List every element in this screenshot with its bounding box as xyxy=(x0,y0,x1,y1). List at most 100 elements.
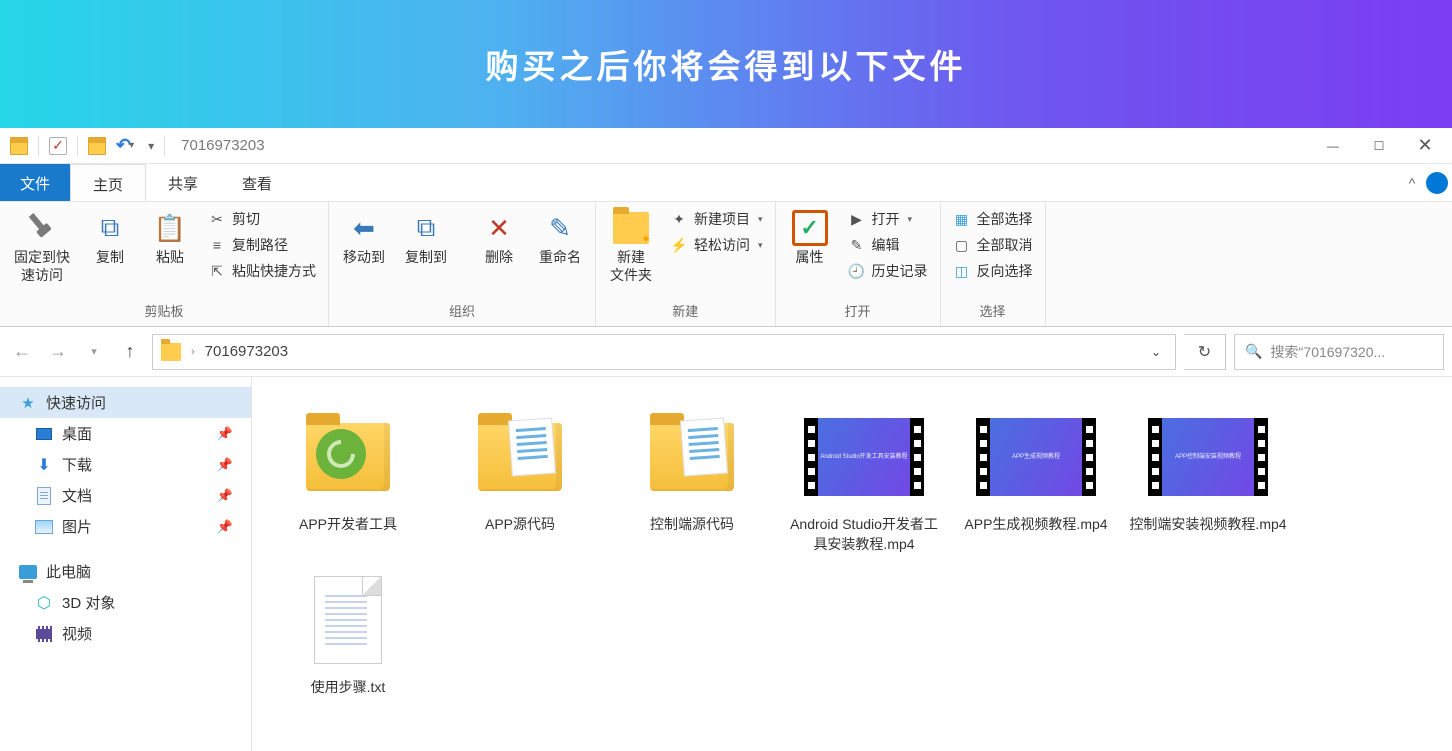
chevron-down-icon: ▾ xyxy=(758,214,763,225)
easy-access-button[interactable]: ⚡轻松访问▾ xyxy=(668,234,765,256)
new-item-button[interactable]: ✦新建项目▾ xyxy=(668,208,765,230)
sidebar-item-quick-access[interactable]: ★ 快速访问 xyxy=(0,387,251,418)
file-item-video[interactable]: APP控制端安装视频教程 控制端安装视频教程.mp4 xyxy=(1124,401,1292,560)
select-all-button[interactable]: ▦ 全部选择 xyxy=(951,208,1035,230)
sidebar-item-videos[interactable]: 视频 xyxy=(0,618,251,649)
spacer xyxy=(294,164,1398,201)
ribbon: 固定到快 速访问 ⧉ 复制 📋 粘贴 ✂剪切 ≡复制路径 ⇱粘贴快捷方式 剪贴板… xyxy=(0,202,1452,327)
file-item-video[interactable]: Android Studio开发工具安装教程 Android Studio开发者… xyxy=(780,401,948,560)
copy-to-button[interactable]: ⧉ 复制到 xyxy=(397,206,455,266)
folder-icon xyxy=(161,343,181,361)
rename-button[interactable]: ✎ 重命名 xyxy=(531,206,589,266)
file-item-txt[interactable]: 使用步骤.txt xyxy=(264,564,432,704)
pin-to-quick-access-button[interactable]: 固定到快 速访问 xyxy=(6,206,78,284)
file-item-folder[interactable]: APP源代码 xyxy=(436,401,604,560)
pin-icon: 📌 xyxy=(217,519,233,535)
chevron-down-icon: ▾ xyxy=(129,140,134,151)
file-list[interactable]: APP开发者工具 APP源代码 控制端源代码 Android Studio开发工… xyxy=(252,377,1452,751)
file-name: APP生成视频教程.mp4 xyxy=(964,515,1107,535)
tab-view[interactable]: 查看 xyxy=(220,164,294,201)
sidebar-item-downloads[interactable]: ⬇ 下载 📌 xyxy=(0,449,251,480)
maximize-button[interactable]: ☐ xyxy=(1356,128,1402,164)
pin-icon: 📌 xyxy=(217,426,233,442)
video-icon: Android Studio开发工具安装教程 xyxy=(804,407,924,507)
copy-button[interactable]: ⧉ 复制 xyxy=(82,206,138,266)
path-segment[interactable]: 7016973203 xyxy=(205,343,288,360)
file-item-folder[interactable]: APP开发者工具 xyxy=(264,401,432,560)
ribbon-expand-button[interactable]: ^ xyxy=(1398,164,1426,201)
path-dropdown-button[interactable]: ⌄ xyxy=(1145,339,1167,365)
scissors-icon: ✂ xyxy=(208,210,226,228)
sidebar-item-3d-objects[interactable]: ⬡ 3D 对象 xyxy=(0,587,251,618)
sidebar-item-this-pc[interactable]: 此电脑 xyxy=(0,556,251,587)
rename-icon: ✎ xyxy=(542,210,578,246)
refresh-button[interactable]: ↻ xyxy=(1184,334,1226,370)
folder-icon xyxy=(460,407,580,507)
properties-button[interactable]: ✓ 属性 xyxy=(782,206,838,266)
label: 重命名 xyxy=(539,248,581,266)
folder-qat-icon[interactable] xyxy=(88,137,106,155)
paste-shortcut-button[interactable]: ⇱粘贴快捷方式 xyxy=(206,260,318,282)
label: 快速访问 xyxy=(46,392,106,413)
copy-path-button[interactable]: ≡复制路径 xyxy=(206,234,318,256)
ribbon-tabs: 文件 主页 共享 查看 ^ xyxy=(0,164,1452,202)
group-label: 新建 xyxy=(602,297,769,326)
selectnone-icon: ▢ xyxy=(953,236,971,254)
new-folder-button[interactable]: 新建 文件夹 xyxy=(602,206,660,284)
promo-banner: 购买之后你将会得到以下文件 xyxy=(0,0,1452,128)
cube-icon: ⬡ xyxy=(34,593,54,613)
search-input[interactable]: 🔍 搜索"701697320... xyxy=(1234,334,1444,370)
history-button[interactable]: 🕘 历史记录 xyxy=(846,260,930,282)
ribbon-group-open: ✓ 属性 ▶打开▾ ✎编辑 🕘历史记录 打开 xyxy=(776,202,941,326)
back-button[interactable]: ← xyxy=(8,338,36,366)
label: 视频 xyxy=(62,623,92,644)
open-button[interactable]: ▶打开▾ xyxy=(846,208,930,230)
properties-qat-icon[interactable]: ✓ xyxy=(49,137,67,155)
file-item-folder[interactable]: 控制端源代码 xyxy=(608,401,776,560)
paste-icon: 📋 xyxy=(152,210,188,246)
label: 全部选择 xyxy=(977,209,1033,229)
ribbon-group-organize: ⬅ 移动到 ⧉ 复制到 ✕ 删除 ✎ 重命名 组织 xyxy=(329,202,596,326)
delete-button[interactable]: ✕ 删除 xyxy=(471,206,527,266)
recent-locations-button[interactable]: ▾ xyxy=(80,338,108,366)
label: 打开 xyxy=(872,209,900,229)
cut-button[interactable]: ✂剪切 xyxy=(206,208,318,230)
label: 固定到快 速访问 xyxy=(14,248,70,284)
up-button[interactable]: ↑ xyxy=(116,338,144,366)
select-none-button[interactable]: ▢全部取消 xyxy=(951,234,1035,256)
label: 历史记录 xyxy=(872,261,928,281)
chevron-down-icon: ▾ xyxy=(908,214,913,225)
file-name: APP开发者工具 xyxy=(299,515,397,535)
forward-button[interactable]: → xyxy=(44,338,72,366)
qat-customize-button[interactable]: ▾ xyxy=(148,139,154,153)
sidebar-item-pictures[interactable]: 图片 📌 xyxy=(0,511,251,542)
move-to-button[interactable]: ⬅ 移动到 xyxy=(335,206,393,266)
breadcrumb[interactable]: › 7016973203 ⌄ xyxy=(152,334,1176,370)
text-file-icon xyxy=(288,570,408,670)
navigation-pane: ★ 快速访问 桌面 📌 ⬇ 下载 📌 文档 📌 图片 📌 此电脑 xyxy=(0,377,252,751)
group-label: 打开 xyxy=(782,297,934,326)
tab-file[interactable]: 文件 xyxy=(0,164,70,201)
search-placeholder: 搜索"701697320... xyxy=(1270,342,1385,362)
file-item-video[interactable]: APP生成视频教程 APP生成视频教程.mp4 xyxy=(952,401,1120,560)
paste-button[interactable]: 📋 粘贴 xyxy=(142,206,198,266)
tab-share[interactable]: 共享 xyxy=(146,164,220,201)
pin-icon xyxy=(24,210,60,246)
label: 删除 xyxy=(485,248,513,266)
invert-selection-button[interactable]: ◫反向选择 xyxy=(951,260,1035,282)
history-icon: 🕘 xyxy=(848,262,866,280)
close-button[interactable]: ✕ xyxy=(1402,128,1448,164)
newitem-icon: ✦ xyxy=(670,210,688,228)
video-icon xyxy=(34,624,54,644)
copyto-icon: ⧉ xyxy=(408,210,444,246)
sidebar-item-desktop[interactable]: 桌面 📌 xyxy=(0,418,251,449)
selectall-icon: ▦ xyxy=(953,210,971,228)
help-icon[interactable] xyxy=(1426,172,1448,194)
edit-button[interactable]: ✎编辑 xyxy=(846,234,930,256)
label: 轻松访问 xyxy=(694,235,750,255)
minimize-button[interactable]: — xyxy=(1310,128,1356,164)
label: 图片 xyxy=(62,516,92,537)
sidebar-item-documents[interactable]: 文档 📌 xyxy=(0,480,251,511)
tab-home[interactable]: 主页 xyxy=(70,164,146,201)
undo-qat-button[interactable]: ↶ ▾ xyxy=(116,135,134,156)
